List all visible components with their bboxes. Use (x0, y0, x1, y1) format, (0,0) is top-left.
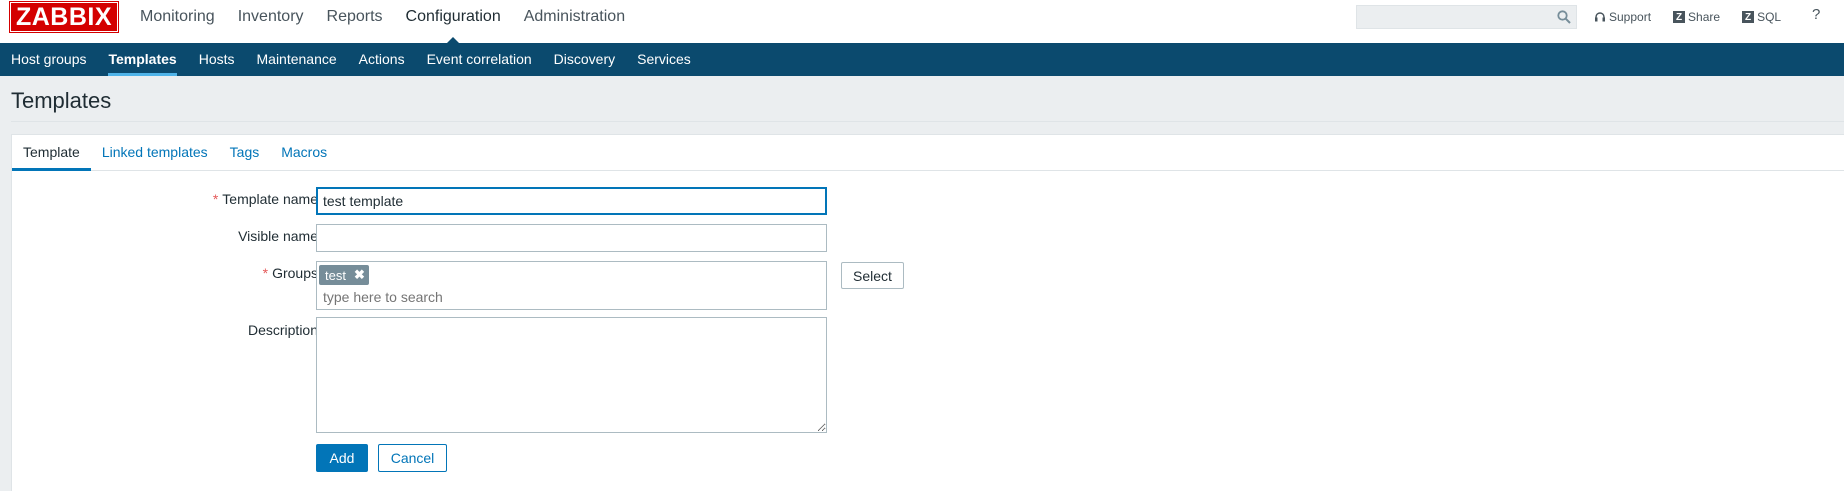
tab-macros[interactable]: Macros (270, 135, 338, 170)
header-links: Support Z Share Z SQL (1594, 0, 1803, 34)
search-icon[interactable] (1557, 10, 1571, 24)
menu-administration[interactable]: Administration (524, 0, 625, 36)
add-button[interactable]: Add (316, 444, 368, 472)
sql-link[interactable]: Z SQL (1742, 10, 1781, 24)
support-label: Support (1609, 10, 1652, 24)
share-z-icon: Z (1673, 11, 1686, 23)
visible-name-label: Visible name (238, 228, 318, 244)
subnav-actions[interactable]: Actions (359, 43, 405, 76)
top-header: ZABBIX Monitoring Inventory Reports Conf… (0, 0, 1844, 45)
main-menu: Monitoring Inventory Reports Configurati… (140, 0, 648, 45)
share-label: Share (1688, 10, 1721, 24)
description-textarea[interactable] (316, 317, 827, 433)
subnav-discovery[interactable]: Discovery (554, 43, 615, 76)
groups-label: * Groups (263, 265, 318, 281)
subnav-maintenance[interactable]: Maintenance (257, 43, 337, 76)
required-marker: * (212, 191, 219, 207)
group-chip: test ✖ (319, 265, 369, 285)
select-groups-button[interactable]: Select (841, 262, 904, 289)
cancel-button[interactable]: Cancel (378, 444, 447, 472)
subnav-templates[interactable]: Templates (108, 43, 177, 76)
description-label: Description (247, 322, 318, 338)
zabbix-logo[interactable]: ZABBIX (9, 1, 119, 33)
tab-linked-templates[interactable]: Linked templates (91, 135, 219, 170)
subnav-host-groups[interactable]: Host groups (11, 43, 86, 76)
subnav-hosts[interactable]: Hosts (199, 43, 235, 76)
visible-name-input[interactable] (316, 224, 827, 252)
support-link[interactable]: Support (1594, 10, 1651, 24)
template-name-label-text: Template name (222, 191, 318, 207)
group-chip-label: test (325, 267, 346, 283)
template-form-panel: Template Linked templates Tags Macros * T… (11, 134, 1844, 491)
template-name-label: * Template name (213, 191, 318, 207)
groups-multiselect[interactable]: test ✖ (316, 261, 827, 310)
menu-configuration[interactable]: Configuration (406, 0, 501, 45)
menu-monitoring[interactable]: Monitoring (140, 0, 215, 36)
required-marker: * (262, 265, 269, 281)
sql-z-icon: Z (1742, 11, 1755, 23)
tab-template[interactable]: Template (12, 135, 91, 171)
help-icon[interactable]: ? (1812, 6, 1820, 23)
headset-icon (1595, 12, 1605, 22)
sub-navigation: Host groups Templates Hosts Maintenance … (0, 43, 1844, 76)
menu-inventory[interactable]: Inventory (238, 0, 304, 36)
template-name-input[interactable] (316, 187, 827, 215)
search-input[interactable] (1361, 8, 1555, 28)
page-title: Templates (11, 88, 112, 113)
subnav-event-correlation[interactable]: Event correlation (427, 43, 532, 76)
menu-reports[interactable]: Reports (327, 0, 383, 36)
groups-search-input[interactable] (323, 289, 813, 305)
share-link[interactable]: Z Share (1673, 10, 1720, 24)
tab-tags[interactable]: Tags (219, 135, 271, 170)
title-divider (11, 121, 1844, 122)
subnav-services[interactable]: Services (637, 43, 691, 76)
remove-icon[interactable]: ✖ (354, 267, 365, 283)
groups-label-text: Groups (272, 265, 318, 281)
search-box[interactable] (1356, 5, 1577, 29)
form-tabs: Template Linked templates Tags Macros (12, 135, 1844, 171)
sql-label: SQL (1757, 10, 1782, 24)
